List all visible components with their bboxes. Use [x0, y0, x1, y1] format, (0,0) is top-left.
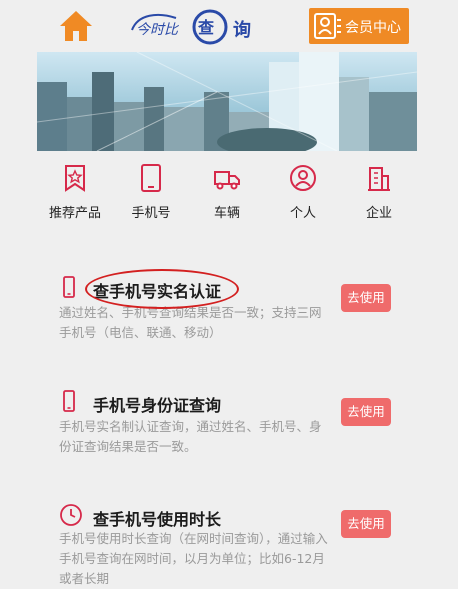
phone-icon — [59, 276, 79, 300]
card-description: 通过姓名、手机号查询结果是否一致；支持三网手机号（电信、联通、移动） — [59, 305, 322, 340]
person-icon — [290, 164, 316, 192]
phone-icon — [59, 390, 79, 414]
card-title: 手机号身份证查询 — [93, 396, 222, 415]
use-button[interactable]: 去使用 — [341, 510, 391, 538]
card-description: 手机号实名制认证查询，通过姓名、手机号、身份证查询结果是否一致。 — [59, 419, 322, 454]
nav-label: 企业 — [365, 206, 392, 221]
nav-item-recommended[interactable]: 推荐产品 — [37, 160, 113, 221]
home-icon[interactable] — [58, 9, 94, 43]
card-title: 查手机号使用时长 — [93, 510, 222, 529]
category-nav: 推荐产品 手机号 车辆 个人 企业 — [37, 160, 417, 221]
member-center-label: 会员中心 — [345, 20, 401, 36]
use-button[interactable]: 去使用 — [341, 398, 391, 426]
member-center-button[interactable]: 会员中心 — [309, 8, 409, 44]
nav-label: 推荐产品 — [48, 206, 101, 221]
app-header: 今时比 查 询 会员中心 — [0, 0, 458, 52]
nav-label: 个人 — [289, 206, 316, 221]
nav-item-personal[interactable]: 个人 — [265, 160, 341, 221]
phone-icon — [138, 164, 164, 192]
nav-item-enterprise[interactable]: 企业 — [341, 160, 417, 221]
nav-label: 手机号 — [131, 206, 171, 221]
svg-text:今时比: 今时比 — [136, 22, 180, 38]
use-button[interactable]: 去使用 — [341, 284, 391, 312]
service-card-duration[interactable]: 查手机号使用时长 手机号使用时长查询（在网时间查询），通过输入手机号查询在网时间… — [37, 502, 417, 589]
nav-item-phone[interactable]: 手机号 — [113, 160, 189, 221]
star-bookmark-icon — [62, 164, 88, 192]
truck-icon — [214, 164, 240, 192]
service-card-idcard[interactable]: 手机号身份证查询 手机号实名制认证查询，通过姓名、手机号、身份证查询结果是否一致… — [37, 388, 417, 468]
clock-icon — [59, 503, 83, 527]
logo-text: 询 — [233, 20, 251, 41]
nav-item-vehicle[interactable]: 车辆 — [189, 160, 265, 221]
service-card-realname[interactable]: 查手机号实名认证 通过姓名、手机号查询结果是否一致；支持三网手机号（电信、联通、… — [37, 274, 417, 354]
svg-text:查: 查 — [198, 18, 214, 37]
city-banner-image — [37, 52, 417, 151]
card-title: 查手机号实名认证 — [93, 282, 222, 301]
card-description: 手机号使用时长查询（在网时间查询），通过输入手机号查询在网时间，以月为单位；比如… — [59, 531, 328, 586]
building-icon — [366, 164, 392, 192]
nav-label: 车辆 — [213, 206, 240, 221]
member-card-icon — [313, 12, 343, 40]
